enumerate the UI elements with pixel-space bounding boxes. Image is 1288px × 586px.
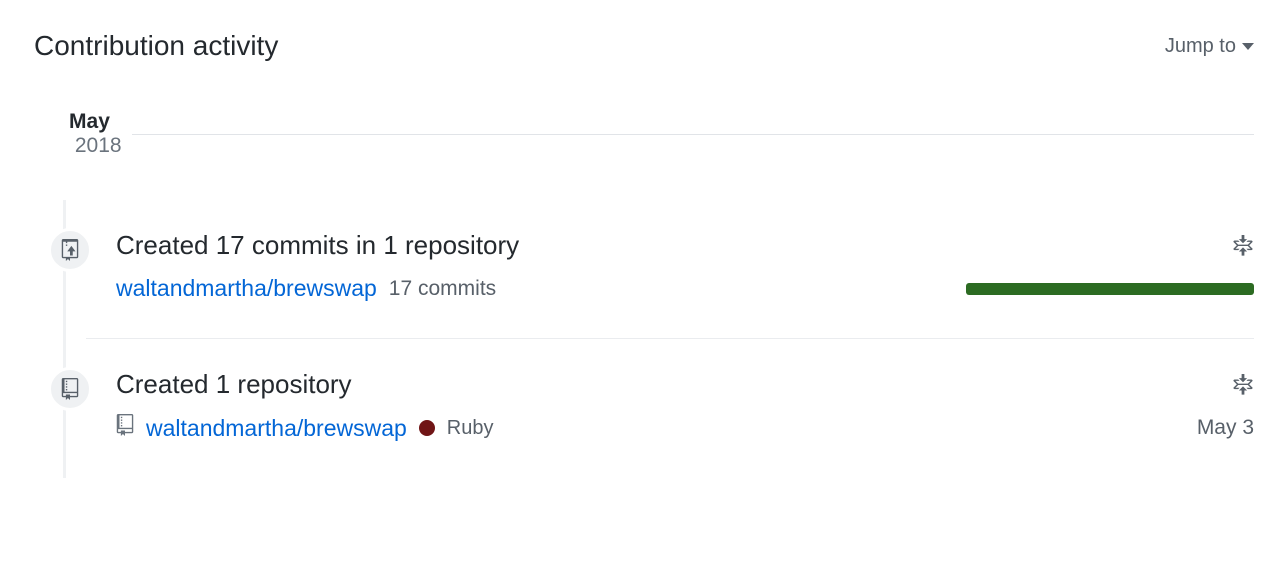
month-year: 2018	[75, 134, 122, 157]
repo-icon	[48, 367, 92, 411]
jump-to-label: Jump to	[1165, 35, 1236, 58]
page-title: Contribution activity	[34, 30, 278, 62]
repo-link[interactable]: waltandmartha/brewswap	[146, 415, 407, 442]
fold-icon[interactable]	[1232, 374, 1254, 396]
repo-small-icon	[116, 414, 134, 442]
jump-to-dropdown[interactable]: Jump to	[1165, 35, 1254, 58]
fold-icon[interactable]	[1232, 235, 1254, 257]
commits-count[interactable]: 17 commits	[389, 277, 496, 301]
activity-commits: Created 17 commits in 1 repository walta…	[86, 200, 1254, 338]
language-label: Ruby	[447, 417, 494, 440]
commits-progress-bar	[966, 283, 1254, 295]
activity-created-repo: Created 1 repository waltandmartha/brews…	[86, 338, 1254, 478]
activity-title: Created 1 repository	[116, 369, 352, 400]
activity-title: Created 17 commits in 1 repository	[116, 230, 519, 261]
month-name: May	[69, 110, 110, 133]
divider	[132, 134, 1254, 135]
month-header: May 2018	[34, 86, 1254, 182]
created-date: May 3	[1197, 416, 1254, 440]
repo-link[interactable]: waltandmartha/brewswap	[116, 275, 377, 302]
repo-push-icon	[48, 228, 92, 272]
caret-down-icon	[1242, 43, 1254, 50]
language-color-dot	[419, 420, 435, 436]
